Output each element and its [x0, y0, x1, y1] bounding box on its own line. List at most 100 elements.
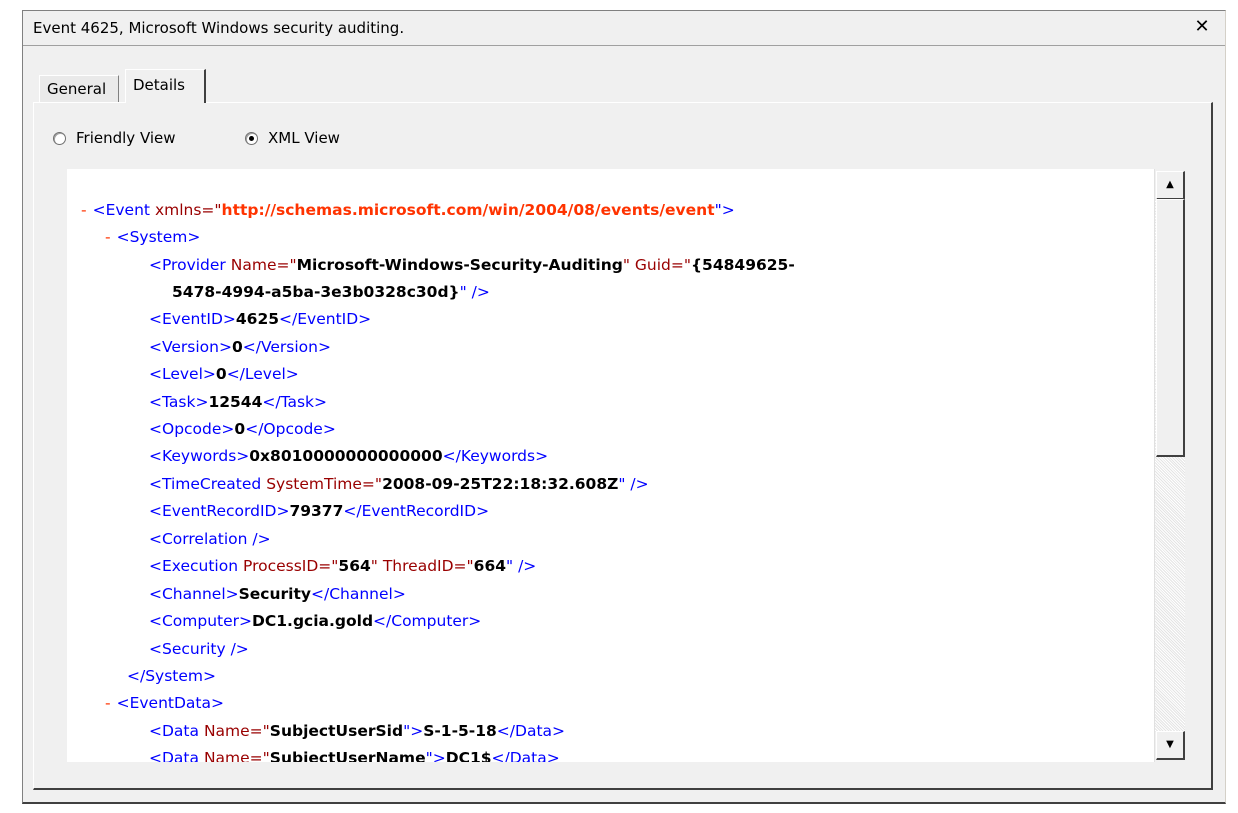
xml-line-level: <Level>0</Level>: [149, 361, 299, 388]
xml-value: SubjectUserName: [269, 749, 426, 762]
radio-checked-icon: [245, 131, 258, 145]
xml-tag: </Channel>: [310, 585, 406, 603]
xml-line-execution: <Execution ProcessID="564" ThreadID="664…: [149, 553, 536, 580]
xml-line-eventid: <EventID>4625</EventID>: [149, 306, 371, 333]
xml-attr: Name=": [203, 749, 270, 762]
xml-tag: <Version>: [149, 338, 232, 356]
xml-content: - <Event xmlns="http://schemas.microsoft.…: [67, 169, 1155, 762]
xml-line-version: <Version>0</Version>: [149, 334, 331, 361]
title-bar: Event 4625, Microsoft Windows security a…: [23, 11, 1225, 46]
arrow-up-icon: ▲: [1166, 179, 1174, 190]
xml-view-label: XML View: [268, 129, 340, 147]
xml-tag: <EventID>: [149, 310, 236, 328]
radio-unchecked-icon: [53, 131, 66, 145]
xml-value: 4625: [235, 310, 280, 328]
xml-tag: <TimeCreated: [149, 475, 262, 493]
xml-tag: <Level>: [149, 365, 216, 383]
xml-value: 12544: [208, 393, 263, 411]
scroll-thumb[interactable]: [1156, 199, 1185, 457]
tab-details-label: Details: [133, 76, 186, 94]
xml-line-event: - <Event xmlns="http://schemas.microsoft.…: [81, 197, 735, 224]
window-title: Event 4625, Microsoft Windows security a…: [33, 19, 405, 37]
xml-tag: " />: [506, 557, 537, 575]
xml-tag: </Computer>: [373, 612, 482, 630]
xml-value: S-1-5-18: [423, 722, 497, 740]
xml-tag: <Provider: [149, 256, 226, 274]
xml-line-keywords: <Keywords>0x8010000000000000</Keywords>: [149, 443, 548, 470]
xml-value: Security: [238, 585, 311, 603]
collapse-eventdata-icon[interactable]: -: [105, 694, 111, 712]
xml-view-pane: - <Event xmlns="http://schemas.microsoft.…: [67, 169, 1185, 762]
xml-tag: <Task>: [149, 393, 209, 411]
xml-attr: SystemTime=": [266, 475, 383, 493]
xml-attr: " Guid=": [622, 256, 692, 274]
xml-line-data-subjectusername: <Data Name="SubjectUserName">DC1$</Data>: [149, 745, 560, 762]
xml-tag: <Security />: [149, 640, 249, 658]
xml-tag: <Keywords>: [149, 447, 250, 465]
close-button[interactable]: ✕: [1191, 15, 1213, 39]
xml-line-recordid: <EventRecordID>79377</EventRecordID>: [149, 498, 489, 525]
xml-attr: xmlns=": [154, 201, 222, 219]
xml-value: 79377: [289, 502, 344, 520]
xml-line-system-close: </System>: [127, 663, 216, 690]
xml-tag: <Data: [149, 749, 199, 762]
xml-tag: <Computer>: [149, 612, 253, 630]
xml-tag: <Event: [92, 201, 150, 219]
xml-attr: Name=": [203, 722, 270, 740]
xml-value: 0: [234, 420, 246, 438]
xml-value: http://schemas.microsoft.com/win/2004/08…: [221, 201, 715, 219]
xml-tag: <Correlation />: [149, 530, 271, 548]
xml-line-computer: <Computer>DC1.gcia.gold</Computer>: [149, 608, 481, 635]
xml-tag: </Level>: [226, 365, 299, 383]
xml-view-radio[interactable]: XML View: [245, 129, 340, 147]
close-icon: ✕: [1194, 16, 1210, 37]
scroll-down-button[interactable]: ▼: [1156, 731, 1185, 760]
xml-tag: </Version>: [242, 338, 331, 356]
xml-tag: </Keywords>: [442, 447, 549, 465]
arrow-down-icon: ▼: [1166, 739, 1174, 750]
xml-attr: " ThreadID=": [370, 557, 474, 575]
xml-tag: <EventData>: [116, 694, 224, 712]
vertical-scrollbar[interactable]: ▲ ▼: [1154, 169, 1185, 762]
tab-general-label: General: [47, 80, 107, 98]
xml-tag: ">: [714, 201, 735, 219]
xml-tag: </Task>: [262, 393, 328, 411]
xml-line-provider-cont: 5478-4994-a5ba-3e3b0328c30d}" />: [172, 279, 490, 306]
xml-tag: " />: [618, 475, 649, 493]
xml-value: 0x8010000000000000: [249, 447, 443, 465]
xml-value: {54849625-: [691, 256, 795, 274]
xml-tag: <Data: [149, 722, 199, 740]
xml-line-task: <Task>12544</Task>: [149, 389, 327, 416]
xml-line-channel: <Channel>Security</Channel>: [149, 581, 406, 608]
tab-details[interactable]: Details: [125, 69, 206, 103]
collapse-system-icon[interactable]: -: [105, 228, 111, 246]
xml-value: Microsoft-Windows-Security-Auditing: [296, 256, 623, 274]
xml-tag: </Data>: [496, 722, 566, 740]
event-properties-window: Event 4625, Microsoft Windows security a…: [22, 10, 1226, 804]
xml-tag: </Data>: [491, 749, 560, 762]
xml-line-security: <Security />: [149, 636, 249, 663]
collapse-event-icon[interactable]: -: [81, 201, 87, 219]
xml-value: 0: [231, 338, 243, 356]
scroll-up-button[interactable]: ▲: [1156, 171, 1185, 200]
xml-tag: <EventRecordID>: [149, 502, 290, 520]
xml-line-correlation: <Correlation />: [149, 526, 271, 553]
xml-attr: Name=": [230, 256, 297, 274]
xml-value: 664: [473, 557, 507, 575]
xml-value: 5478-4994-a5ba-3e3b0328c30d}: [172, 283, 460, 301]
xml-tag: </EventRecordID>: [343, 502, 490, 520]
xml-tag: <Execution: [149, 557, 239, 575]
xml-tag: <Channel>: [149, 585, 239, 603]
xml-tag: ">: [403, 722, 424, 740]
friendly-view-radio[interactable]: Friendly View: [53, 129, 176, 147]
xml-tag: " />: [459, 283, 490, 301]
xml-value: DC1$: [445, 749, 492, 762]
xml-tag: </Opcode>: [245, 420, 336, 438]
xml-value: 2008-09-25T22:18:32.608Z: [382, 475, 619, 493]
xml-tag: <Opcode>: [149, 420, 235, 438]
xml-value: DC1.gcia.gold: [252, 612, 374, 630]
xml-line-opcode: <Opcode>0</Opcode>: [149, 416, 336, 443]
xml-line-timecreated: <TimeCreated SystemTime="2008-09-25T22:1…: [149, 471, 649, 498]
tab-general[interactable]: General: [39, 75, 119, 102]
xml-tag: </EventID>: [279, 310, 372, 328]
